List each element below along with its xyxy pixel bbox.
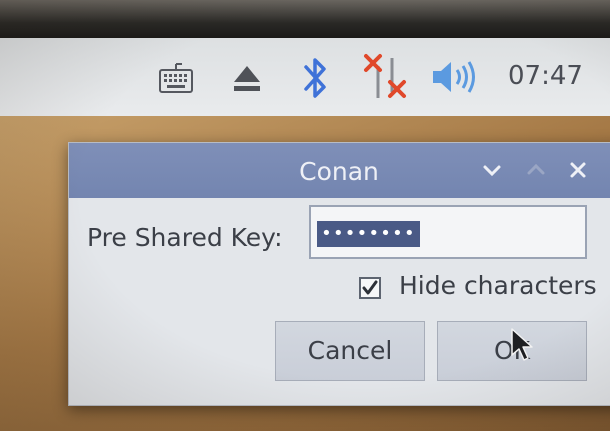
mouse-pointer-icon <box>510 327 534 367</box>
hide-characters-checkbox[interactable] <box>359 277 381 299</box>
volume-icon[interactable] <box>430 57 482 101</box>
monitor-bezel <box>0 0 610 38</box>
psk-input[interactable]: •••••••• <box>309 205 587 259</box>
checkmark-icon <box>362 280 378 295</box>
chevron-down-icon[interactable] <box>481 159 503 181</box>
keyboard-icon[interactable] <box>158 60 194 100</box>
bluetooth-icon[interactable] <box>300 55 330 105</box>
chevron-up-icon[interactable] <box>525 159 547 181</box>
psk-value: •••••••• <box>317 221 420 247</box>
psk-label: Pre Shared Key: <box>87 223 283 252</box>
dialog-titlebar[interactable]: Conan <box>69 143 610 198</box>
cancel-button[interactable]: Cancel <box>275 321 425 381</box>
network-disconnected-icon[interactable] <box>362 52 410 108</box>
eject-icon[interactable] <box>230 60 264 100</box>
clock[interactable]: 07:47 <box>508 61 583 91</box>
close-icon[interactable] <box>567 159 589 181</box>
screen: 07:47 Conan Pre Shared Key: •••••••• Hid… <box>0 0 610 431</box>
taskbar: 07:47 <box>0 38 610 116</box>
hide-characters-label[interactable]: Hide characters <box>399 271 597 300</box>
